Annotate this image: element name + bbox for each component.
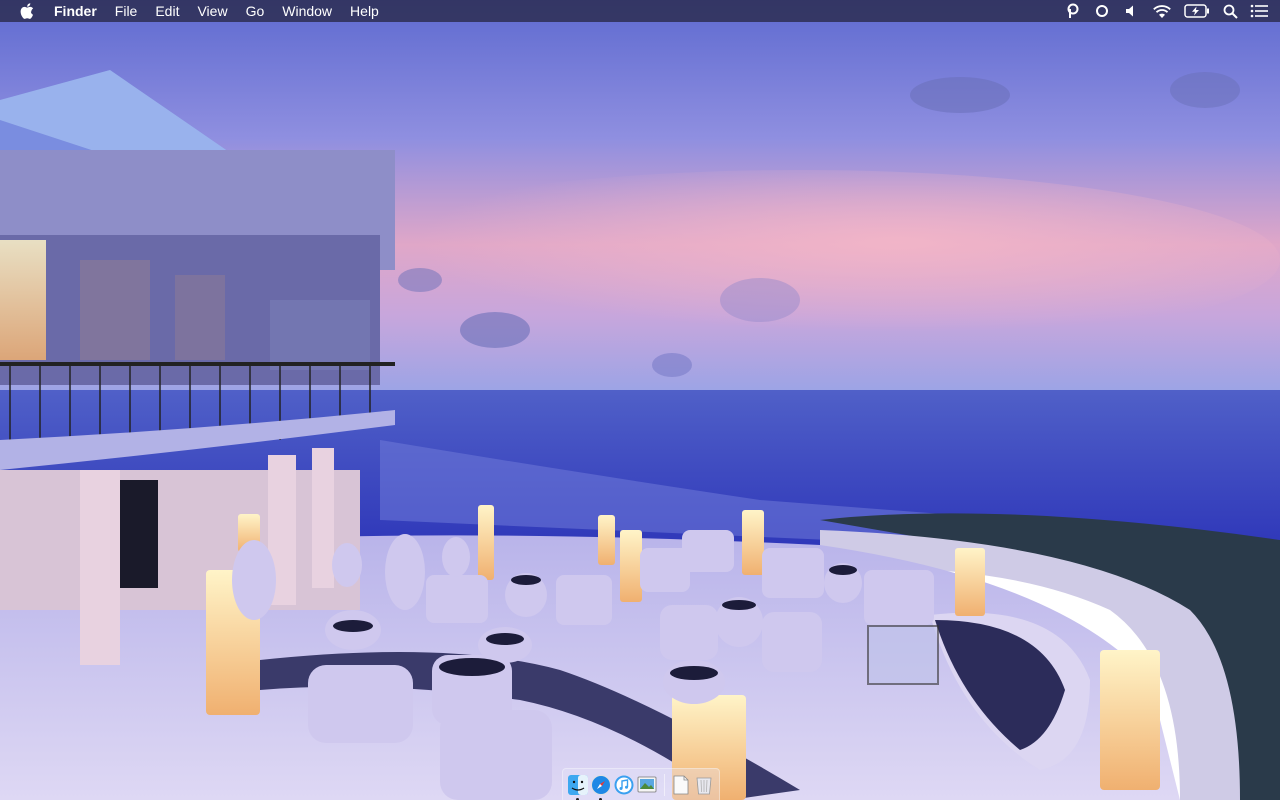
menu-view[interactable]: View: [188, 0, 236, 22]
document-icon[interactable]: [670, 774, 692, 796]
finder-icon[interactable]: [567, 774, 589, 800]
apple-menu-icon[interactable]: [20, 3, 34, 19]
menu-file[interactable]: File: [106, 0, 147, 22]
battery-charging-icon[interactable]: [1184, 2, 1210, 20]
itunes-icon[interactable]: [613, 774, 635, 796]
menu-go[interactable]: Go: [237, 0, 274, 22]
menu-edit[interactable]: Edit: [146, 0, 188, 22]
wallpaper-image: [0, 0, 1280, 800]
trash-icon[interactable]: [693, 774, 715, 796]
menu-bar: Finder File Edit View Go Window Help: [0, 0, 1280, 22]
safari-icon[interactable]: [590, 774, 612, 800]
menu-window[interactable]: Window: [273, 0, 341, 22]
wifi-icon[interactable]: [1151, 2, 1173, 20]
circle-icon[interactable]: [1093, 2, 1111, 20]
menu-help[interactable]: Help: [341, 0, 388, 22]
preview-icon[interactable]: [636, 774, 658, 796]
dock: [562, 768, 720, 800]
volume-icon[interactable]: [1122, 2, 1140, 20]
desktop[interactable]: Finder File Edit View Go Window Help: [0, 0, 1280, 800]
p-icon[interactable]: [1064, 2, 1082, 20]
spotlight-search-icon[interactable]: [1221, 2, 1239, 20]
notification-center-icon[interactable]: [1250, 2, 1268, 20]
menu-app-finder[interactable]: Finder: [48, 0, 106, 22]
dock-separator: [664, 773, 665, 796]
